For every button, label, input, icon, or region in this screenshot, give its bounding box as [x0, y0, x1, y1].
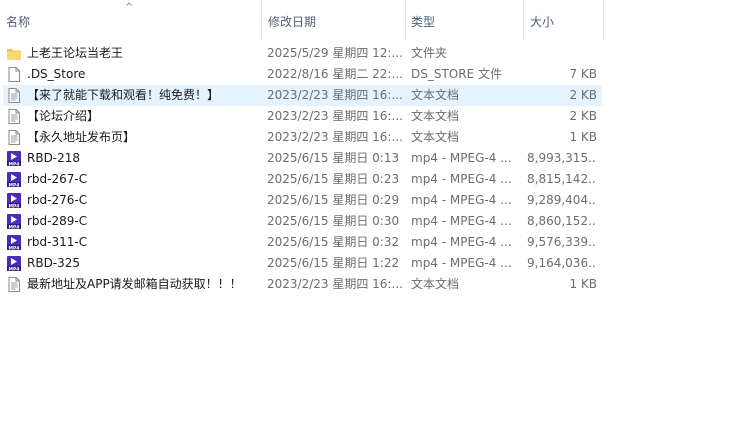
file-type: mp4 - MPEG-4 ...	[411, 151, 512, 165]
mp4-video-icon: MP4	[6, 192, 22, 209]
file-type: 文本文档	[411, 130, 460, 144]
column-header-type[interactable]: 类型	[405, 0, 523, 44]
file-row[interactable]: 最新地址及APP请发邮箱自动获取！！！ 2023/2/23 星期四 16:... 文…	[0, 274, 750, 295]
file-row[interactable]: 【永久地址发布页】 2023/2/23 星期四 16:... 文本文档 1 KB	[0, 127, 750, 148]
file-row[interactable]: MP4 rbd-289-C 2025/6/15 星期日 0:30 mp4 - MPEG…	[0, 211, 750, 232]
file-date-modified: 2023/2/23 星期四 16:...	[267, 277, 403, 291]
file-type: mp4 - MPEG-4 ...	[411, 256, 512, 270]
file-date-modified: 2025/6/15 星期日 0:29	[267, 193, 400, 207]
text-file-icon	[6, 87, 22, 104]
text-file-icon	[6, 276, 22, 293]
file-size: 9,576,339...	[527, 235, 597, 249]
text-file-icon	[6, 129, 22, 146]
file-row[interactable]: 【论坛介绍】 2023/2/23 星期四 16:... 文本文档 2 KB	[0, 106, 750, 127]
file-type: mp4 - MPEG-4 ...	[411, 172, 512, 186]
mp4-video-icon: MP4	[6, 171, 22, 188]
file-size: 8,860,152...	[527, 214, 597, 228]
file-size: 9,164,036...	[527, 256, 597, 270]
mp4-video-icon: MP4	[6, 255, 22, 272]
file-date-modified: 2023/2/23 星期四 16:...	[267, 109, 403, 123]
file-name: rbd-276-C	[27, 193, 88, 207]
file-type: 文本文档	[411, 277, 460, 291]
svg-text:MP4: MP4	[9, 245, 20, 251]
file-row[interactable]: MP4 rbd-311-C 2025/6/15 星期日 0:32 mp4 - MPEG…	[0, 232, 750, 253]
file-date-modified: 2023/2/23 星期四 16:...	[267, 130, 403, 144]
mp4-video-icon: MP4	[6, 213, 22, 230]
file-name: 上老王论坛当老王	[27, 46, 124, 60]
file-size: 8,815,142...	[527, 172, 597, 186]
blank-file-icon	[6, 66, 22, 83]
file-date-modified: 2023/2/23 星期四 16:...	[267, 88, 403, 102]
file-type: 文件夹	[411, 46, 448, 60]
file-name: RBD-325	[27, 256, 81, 270]
file-date-modified: 2025/5/29 星期四 12:...	[267, 46, 403, 60]
file-date-modified: 2025/6/15 星期日 0:32	[267, 235, 400, 249]
column-header-name[interactable]: 名称	[0, 0, 262, 44]
column-header-bar: ^ 名称 修改日期 类型 大小	[0, 0, 750, 44]
file-row[interactable]: MP4 RBD-218 2025/6/15 星期日 0:13 mp4 - MPEG-4…	[0, 148, 750, 169]
file-name: .DS_Store	[27, 67, 86, 81]
file-type: mp4 - MPEG-4 ...	[411, 193, 512, 207]
file-size: 2 KB	[569, 109, 597, 123]
file-row[interactable]: MP4 rbd-267-C 2025/6/15 星期日 0:23 mp4 - MPEG…	[0, 169, 750, 190]
file-size: 2 KB	[569, 88, 597, 102]
file-size: 1 KB	[569, 130, 597, 144]
file-name: 【来了就能下载和观看！纯免费！】	[27, 88, 220, 102]
text-file-icon	[6, 108, 22, 125]
file-date-modified: 2022/8/16 星期二 22:...	[267, 67, 403, 81]
file-type: 文本文档	[411, 88, 460, 102]
file-name: 【永久地址发布页】	[27, 130, 136, 144]
file-date-modified: 2025/6/15 星期日 0:30	[267, 214, 400, 228]
file-size: 8,993,315...	[527, 151, 597, 165]
file-name: rbd-311-C	[27, 235, 88, 249]
column-divider[interactable]	[603, 0, 604, 40]
file-name: RBD-218	[27, 151, 81, 165]
file-row[interactable]: MP4 rbd-276-C 2025/6/15 星期日 0:29 mp4 - MPEG…	[0, 190, 750, 211]
svg-text:MP4: MP4	[9, 203, 20, 209]
file-size: 7 KB	[569, 67, 597, 81]
file-type: mp4 - MPEG-4 ...	[411, 235, 512, 249]
file-name: rbd-267-C	[27, 172, 88, 186]
file-size: 9,289,404...	[527, 193, 597, 207]
file-name: 最新地址及APP请发邮箱自动获取！！！	[27, 277, 242, 291]
file-date-modified: 2025/6/15 星期日 0:13	[267, 151, 400, 165]
column-header-size[interactable]: 大小	[524, 0, 604, 44]
file-type: mp4 - MPEG-4 ...	[411, 214, 512, 228]
file-date-modified: 2025/6/15 星期日 0:23	[267, 172, 400, 186]
file-type: 文本文档	[411, 109, 460, 123]
file-date-modified: 2025/6/15 星期日 1:22	[267, 256, 400, 270]
file-name: rbd-289-C	[27, 214, 88, 228]
file-size	[527, 43, 597, 64]
file-size: 1 KB	[569, 277, 597, 291]
svg-text:MP4: MP4	[9, 224, 20, 230]
file-row[interactable]: MP4 RBD-325 2025/6/15 星期日 1:22 mp4 - MPEG-4…	[0, 253, 750, 274]
file-type: DS_STORE 文件	[411, 67, 502, 81]
file-name: 【论坛介绍】	[27, 109, 100, 123]
file-row[interactable]: 【来了就能下载和观看！纯免费！】 2023/2/23 星期四 16:... 文本文档…	[0, 85, 750, 106]
svg-text:MP4: MP4	[9, 161, 20, 167]
mp4-video-icon: MP4	[6, 234, 22, 251]
column-header-date[interactable]: 修改日期	[262, 0, 405, 44]
file-row[interactable]: .DS_Store 2022/8/16 星期二 22:... DS_STORE 文件…	[0, 64, 750, 85]
file-explorer-details-view: ^ 名称 修改日期 类型 大小 上老王论坛当老王 2025/5/29 星期四 12…	[0, 0, 750, 430]
file-list: 上老王论坛当老王 2025/5/29 星期四 12:... 文件夹 .DS_Store…	[0, 43, 750, 295]
folder-icon	[6, 45, 22, 62]
file-row[interactable]: 上老王论坛当老王 2025/5/29 星期四 12:... 文件夹	[0, 43, 750, 64]
svg-text:MP4: MP4	[9, 182, 20, 188]
mp4-video-icon: MP4	[6, 150, 22, 167]
svg-text:MP4: MP4	[9, 266, 20, 272]
